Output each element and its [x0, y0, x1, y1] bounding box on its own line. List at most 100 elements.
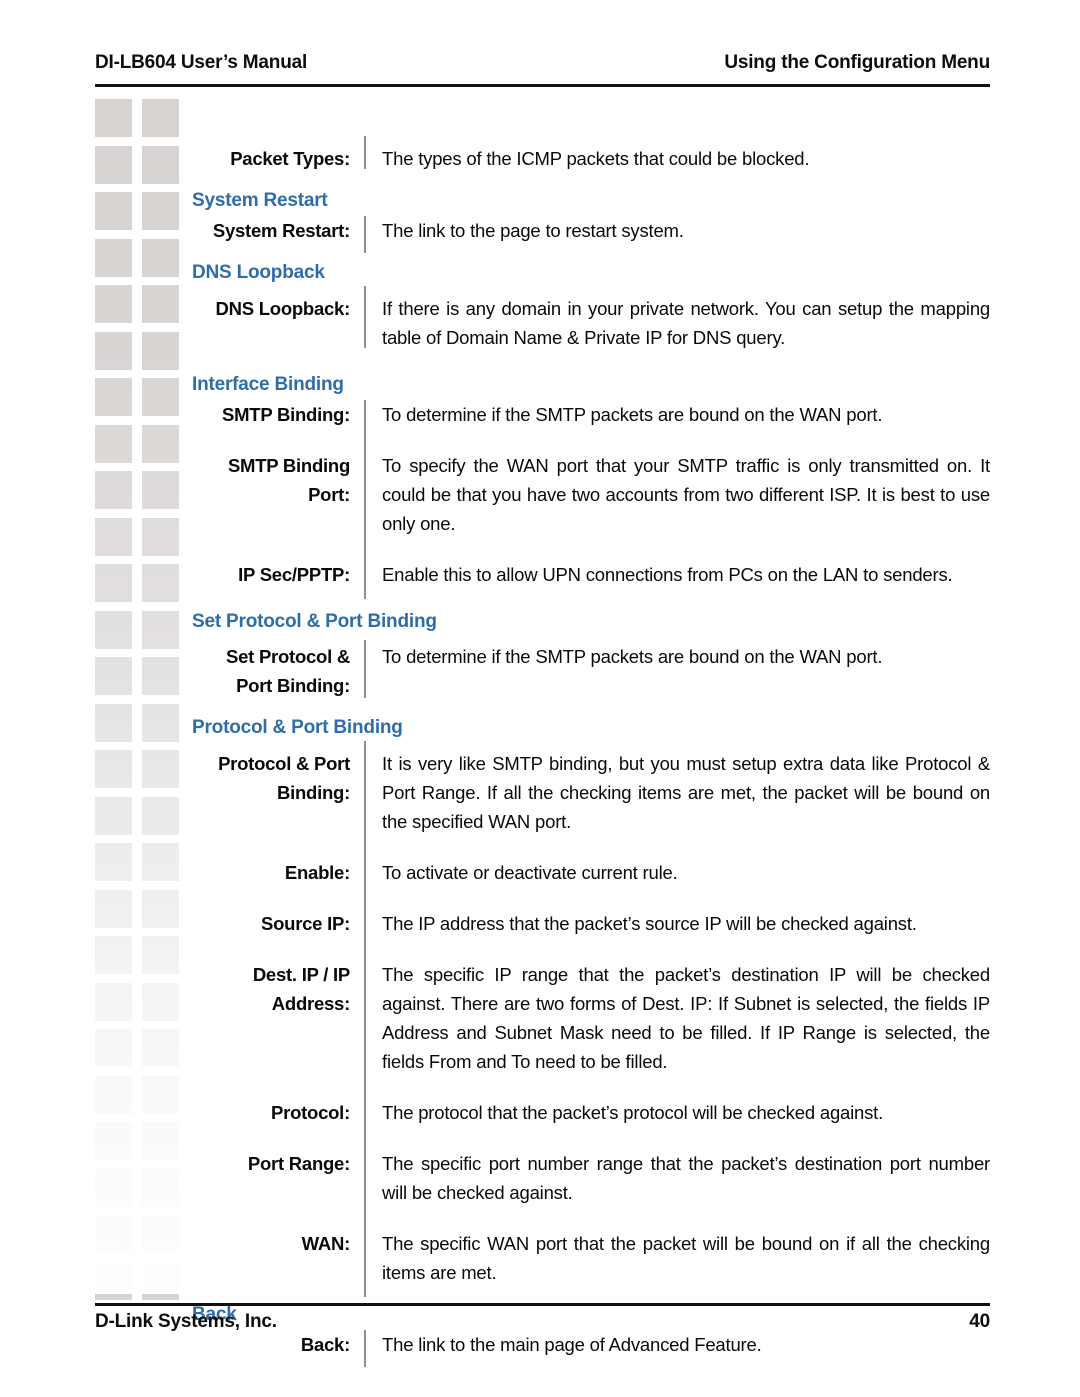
- decorative-square: [142, 378, 179, 416]
- column-divider: [350, 136, 382, 173]
- decorative-square: [142, 471, 179, 509]
- entry-back: Back: The link to the main page of Advan…: [192, 1330, 990, 1368]
- entry-label: System Restart:: [212, 219, 350, 241]
- decorative-square: [95, 285, 132, 323]
- entry-description: To activate or deactivate current rule.: [382, 862, 678, 884]
- decorative-square: [95, 517, 132, 556]
- header-section-title: Using the Configuration Menu: [724, 52, 990, 73]
- decorative-square-pattern: [91, 99, 187, 1300]
- column-divider: [350, 883, 382, 949]
- entry-ip-sec-pptp: IP Sec/PPTP: Enable this to allow UPN co…: [192, 533, 990, 599]
- entry-description: If there is any domain in your private n…: [382, 297, 990, 348]
- entry-port-range: Port Range: The specific port number ran…: [192, 1123, 990, 1218]
- decorative-square: [95, 471, 132, 509]
- entry-label: IP Sec/PPTP:: [238, 563, 350, 585]
- decorative-square: [142, 285, 179, 323]
- entry-description: The specific WAN port that the packet wi…: [382, 1233, 990, 1284]
- column-divider: [350, 741, 382, 836]
- header-manual-title: DI-LB604 User’s Manual: [95, 52, 308, 73]
- entry-label: Set Protocol & Port Binding:: [226, 646, 350, 697]
- decorative-square: [95, 843, 132, 881]
- entry-description: The types of the ICMP packets that could…: [382, 148, 810, 169]
- entry-set-protocol-port-binding: Set Protocol & Port Binding: To determin…: [192, 640, 990, 700]
- footer-company: D-Link Systems, Inc.: [95, 1311, 277, 1332]
- entry-label: Protocol:: [271, 1102, 350, 1124]
- decorative-square: [95, 889, 132, 928]
- entry-label: Protocol & Port Binding:: [218, 753, 350, 804]
- page-footer: D-Link Systems, Inc. 40: [95, 1311, 990, 1333]
- decorative-square: [142, 1168, 179, 1207]
- decorative-square: [142, 424, 179, 463]
- decorative-square: [142, 1075, 179, 1114]
- decorative-square: [95, 703, 132, 742]
- decorative-square: [95, 424, 132, 463]
- entry-dns-loopback: DNS Loopback: If there is any domain in …: [192, 285, 990, 352]
- entry-label: Enable:: [284, 862, 350, 884]
- definition-list: Packet Types: The types of the ICMP pack…: [192, 136, 990, 1368]
- decorative-square: [95, 192, 132, 230]
- entry-description: It is very like SMTP binding, but you mu…: [382, 753, 990, 833]
- decorative-square: [95, 238, 132, 277]
- decorative-square: [142, 192, 179, 230]
- entry-wan: WAN: The specific WAN port that the pack…: [192, 1203, 990, 1298]
- entry-system-restart: System Restart: The link to the page to …: [192, 215, 990, 253]
- decorative-square: [142, 1215, 179, 1253]
- column-divider: [350, 832, 382, 898]
- entry-label: SMTP Binding:: [222, 403, 350, 425]
- column-divider: [350, 640, 382, 700]
- section-heading-dns-loopback: DNS Loopback: [192, 261, 325, 283]
- decorative-square: [142, 238, 179, 277]
- column-divider: [350, 424, 382, 548]
- entry-protocol-port-binding: Protocol & Port Binding: It is very like…: [192, 741, 990, 836]
- decorative-square: [95, 1261, 132, 1300]
- column-divider: [350, 215, 382, 253]
- decorative-square: [142, 610, 179, 649]
- entry-description: The specific IP range that the packet’s …: [382, 964, 990, 1073]
- decorative-square: [95, 99, 132, 137]
- section-heading-system-restart: System Restart: [192, 190, 328, 211]
- decorative-square: [142, 1122, 179, 1160]
- decorative-square: [142, 796, 179, 835]
- decorative-square: [95, 657, 132, 695]
- column-divider: [350, 399, 382, 437]
- entry-smtp-binding-port: SMTP Binding Port: To specify the WAN po…: [192, 424, 990, 548]
- decorative-square: [142, 982, 179, 1021]
- column-divider: [350, 285, 382, 352]
- entry-source-ip: Source IP: The IP address that the packe…: [192, 883, 990, 949]
- decorative-square: [142, 1261, 179, 1300]
- entry-dest-ip-address: Dest. IP / IP Address: The specific IP r…: [192, 934, 990, 1087]
- entry-description: The protocol that the packet’s protocol …: [382, 1102, 884, 1124]
- decorative-square: [95, 936, 132, 974]
- entry-label: SMTP Binding Port:: [227, 454, 350, 505]
- column-divider: [350, 533, 382, 599]
- decorative-square: [95, 1075, 132, 1114]
- column-divider: [350, 1072, 382, 1138]
- entry-description: Enable this to allow UPN connections fro…: [382, 563, 953, 585]
- decorative-square: [142, 99, 179, 137]
- decorative-square: [142, 843, 179, 881]
- decorative-square: [95, 1215, 132, 1253]
- decorative-square: [142, 1029, 179, 1067]
- entry-description: To determine if the SMTP packets are bou…: [382, 403, 883, 425]
- entry-label: Port Range:: [247, 1153, 350, 1175]
- column-divider: [350, 934, 382, 1087]
- decorative-square: [142, 517, 179, 556]
- decorative-square: [95, 564, 132, 602]
- column-divider: [350, 1203, 382, 1298]
- decorative-square: [142, 703, 179, 742]
- decorative-square: [95, 796, 132, 835]
- decorative-square: [142, 657, 179, 695]
- entry-label: Back:: [300, 1334, 350, 1356]
- decorative-square: [95, 1122, 132, 1160]
- entry-protocol: Protocol: The protocol that the packet’s…: [192, 1072, 990, 1138]
- entry-description: The link to the page to restart system.: [382, 219, 684, 241]
- decorative-square: [95, 378, 132, 416]
- column-divider: [350, 1330, 382, 1368]
- entry-description: To specify the WAN port that your SMTP t…: [382, 454, 990, 534]
- entry-packet-types: Packet Types: The types of the ICMP pack…: [192, 136, 990, 173]
- entry-label: Source IP:: [261, 913, 350, 935]
- decorative-square: [95, 1029, 132, 1067]
- header-divider-rule: [95, 84, 990, 87]
- entry-label: WAN:: [301, 1233, 351, 1255]
- footer-page-number: 40: [969, 1311, 990, 1332]
